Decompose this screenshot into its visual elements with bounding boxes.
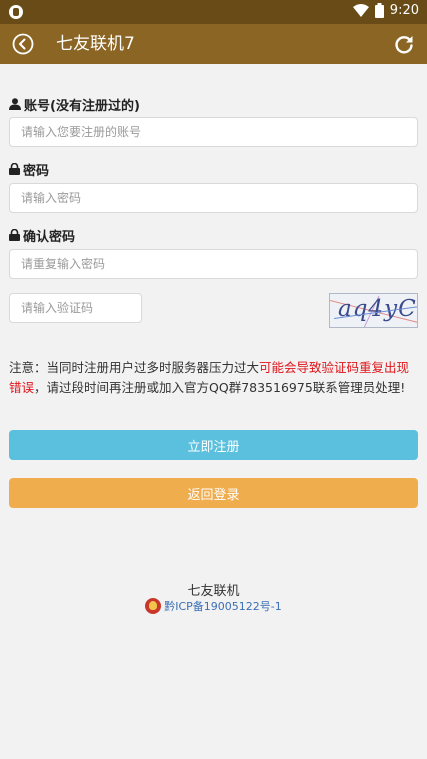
back-to-login-button[interactable]: 返回登录	[9, 478, 418, 508]
register-button[interactable]: 立即注册	[9, 430, 418, 460]
captcha-image[interactable]: aq4yC	[329, 293, 418, 328]
confirm-password-input[interactable]	[9, 249, 418, 279]
confirm-password-label-text: 确认密码	[23, 229, 76, 245]
back-button[interactable]	[12, 33, 34, 55]
account-label: 账号(没有注册过的)	[9, 95, 140, 114]
captcha-input[interactable]	[9, 293, 142, 323]
wifi-icon	[352, 3, 369, 17]
footer-app-name: 七友联机	[187, 584, 240, 599]
battery-icon	[374, 3, 384, 18]
app-notification-icon	[9, 5, 23, 19]
police-emblem-icon	[145, 598, 162, 614]
user-icon	[9, 98, 21, 110]
lock-icon	[9, 163, 20, 175]
password-input[interactable]	[9, 183, 418, 213]
page-title: 七友联机7	[56, 34, 135, 54]
notice-part-3: ，请过段时间再注册或加入官方QQ群783516975联系管理员处理!	[34, 380, 406, 395]
notice-part-1: 注意：当同时注册用户过多时服务器压力过大	[9, 360, 260, 375]
confirm-password-label: 确认密码	[9, 226, 76, 245]
lock-icon	[9, 229, 20, 241]
refresh-button[interactable]	[393, 33, 415, 55]
status-bar-right: 9:20	[352, 3, 419, 18]
notice-text: 注意：当同时注册用户过多时服务器压力过大可能会导致验证码重复出现错误，请过段时间…	[9, 358, 421, 398]
account-input[interactable]	[9, 117, 418, 147]
password-label-text: 密码	[23, 163, 50, 179]
status-time: 9:20	[389, 3, 419, 18]
account-label-text: 账号(没有注册过的)	[24, 98, 140, 114]
footer-icp[interactable]: 黔ICP备19005122号-1	[0, 598, 427, 614]
app-bar: 七友联机7	[0, 24, 427, 64]
status-bar: 9:20	[0, 0, 427, 24]
icp-link[interactable]: 黔ICP备19005122号-1	[164, 598, 282, 614]
password-label: 密码	[9, 160, 50, 179]
